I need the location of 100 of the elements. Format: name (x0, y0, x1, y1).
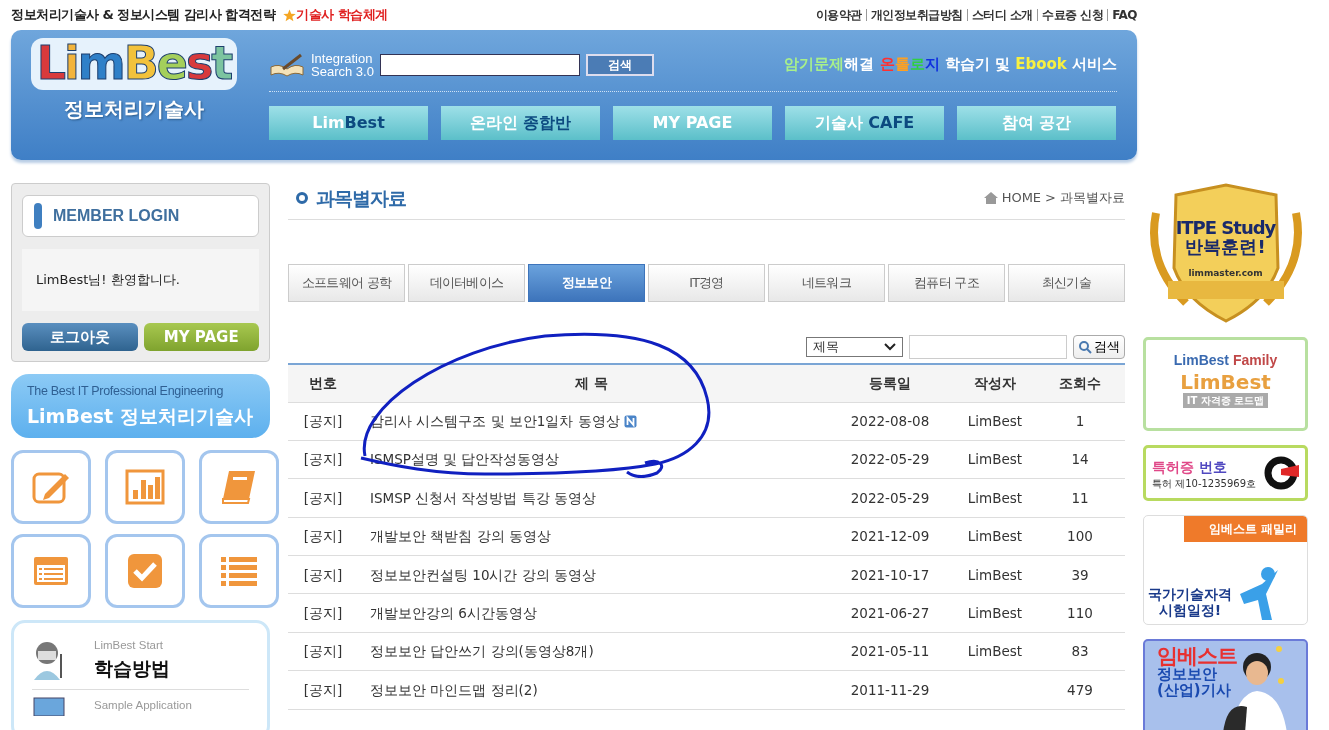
views-cell: 479 (1035, 670, 1125, 710)
star-icon (283, 8, 297, 22)
author-cell: LimBest (967, 605, 1023, 621)
breadcrumb-item[interactable]: 과목별자료 (1060, 188, 1125, 208)
views-cell: 100 (1035, 517, 1125, 556)
post-title-link[interactable]: 정보보안 마인드맵 정리(2) (370, 681, 538, 698)
circle-bullet-icon (296, 192, 308, 204)
breadcrumb-item[interactable]: HOME (1001, 188, 1042, 208)
post-title-link[interactable]: 개발보안강의 6시간동영상 (370, 605, 537, 621)
schedule-banner[interactable]: 임베스트 패밀리 국가기술자격 시험일정! (1143, 515, 1308, 625)
notice-cell: [공지] (288, 440, 358, 479)
quick-link-button[interactable] (11, 534, 91, 608)
date-cell: 2011-11-29 (825, 670, 955, 710)
author-cell: LimBest (967, 451, 1023, 468)
column-header: 제 목 (358, 364, 825, 402)
column-header: 번호 (288, 364, 358, 402)
column-header: 조회수 (1035, 364, 1125, 402)
notice-cell: [공지] (288, 593, 358, 633)
search-button[interactable]: 검색 (585, 53, 654, 76)
notice-cell: [공지] (288, 555, 358, 594)
date-cell: 2021-06-27 (825, 593, 955, 633)
search-icon (1078, 340, 1092, 354)
views-cell: 83 (1035, 632, 1125, 671)
quick-link-button[interactable] (199, 534, 279, 608)
book-pen-icon (269, 52, 305, 77)
category-tab[interactable]: 네트워크 (768, 264, 885, 302)
date-cell: 2021-05-11 (825, 632, 955, 671)
family-caption: IT 자격증 로드맵 (1182, 393, 1269, 408)
date-cell: 2021-10-17 (825, 555, 955, 594)
logo-subtitle: 정보처리기술사 (64, 96, 204, 123)
notice-cell: [공지] (288, 632, 358, 671)
course-banner[interactable]: 임베스트 정보보안 (산업)기사 (1143, 639, 1308, 730)
post-title-link[interactable]: 정보보안컨설팅 10시간 강의 동영상 (370, 566, 597, 583)
search-input[interactable] (379, 53, 580, 76)
bar-chart-icon (125, 468, 165, 506)
notice-cell: [공지] (288, 402, 358, 441)
family-banner[interactable]: LimBest Family LimBest IT 자격증 로드맵 (1143, 337, 1308, 431)
logout-button[interactable]: 로그아웃 (22, 323, 138, 351)
views-cell: 110 (1035, 593, 1125, 633)
nav-button[interactable]: 기술사 CAFE (785, 106, 944, 140)
schedule-subtitle: 시험일정! (1158, 602, 1222, 618)
promo-title: LimBest 정보처리기술사 (27, 403, 254, 429)
util-link[interactable]: 수료증 신청 (1042, 6, 1104, 24)
category-tab[interactable]: 소프트웨어 공학 (288, 264, 405, 302)
schedule-title: 국가기술자격 (1148, 587, 1232, 603)
util-link[interactable]: FAQ (1112, 6, 1137, 24)
author-cell: LimBest (967, 566, 1023, 583)
quick-link-button[interactable] (105, 534, 185, 608)
post-title-link[interactable]: 개발보안 책받침 강의 동영상 (370, 528, 551, 545)
patent-title: 특허증 번호 (1152, 458, 1228, 477)
badge-subtitle: 반복훈련! (1184, 237, 1267, 257)
author-cell: LimBest (967, 413, 1023, 430)
patent-number: 특허 제10-1235969호 (1152, 478, 1257, 489)
views-cell: 11 (1035, 478, 1125, 518)
quick-link-button[interactable] (105, 450, 185, 524)
category-tab[interactable]: 최신기술 (1008, 264, 1125, 302)
quick-link-button[interactable] (11, 450, 91, 524)
patent-banner[interactable]: 특허증 번호 특허 제10-1235969호 (1143, 445, 1308, 501)
badge-site: limmaster.com (1187, 268, 1264, 279)
promo-banner[interactable]: The Best IT Professional Engineering LimBest 정보처리기술사 (11, 374, 270, 438)
ribbon-label: 임베스트 패밀리 (1184, 516, 1307, 542)
badge-title: ITPE Study (1174, 219, 1277, 238)
category-tab[interactable]: 데이터베이스 (408, 264, 525, 302)
search-button[interactable]: 검색 (1073, 335, 1125, 359)
search-type-select[interactable]: 제목 (806, 337, 903, 357)
service-slogan: 암기문제해결 온톨로지 학습기 및 Ebook 서비스 (784, 54, 1117, 76)
column-header: 작성자 (955, 364, 1035, 402)
category-tab[interactable]: IT경영 (648, 264, 765, 302)
quick-link-button[interactable] (199, 450, 279, 524)
nav-button[interactable]: LimBest (269, 106, 428, 140)
date-cell: 2022-05-29 (825, 478, 955, 518)
brush-circle-icon (1263, 455, 1299, 491)
notice-cell: [공지] (288, 517, 358, 556)
author-cell: LimBest (967, 528, 1023, 545)
util-link[interactable]: 스터디 소개 (971, 6, 1033, 24)
nav-button[interactable]: 온라인 종합반 (441, 106, 600, 140)
date-cell: 2021-12-09 (825, 517, 955, 556)
post-title-link[interactable]: ISMSP설명 및 답안작성동영상 (370, 451, 560, 468)
post-title-link[interactable]: ISMSP 신청서 작성방법 특강 동영상 (370, 489, 597, 506)
site-tagline: 정보처리기술사 & 정보시스템 감리사 합격전략 (11, 6, 276, 25)
start-title[interactable]: 학습방법 (94, 654, 170, 683)
util-link[interactable]: 개인정보취급방침 (870, 6, 963, 24)
home-icon (983, 192, 998, 204)
views-cell: 1 (1035, 402, 1125, 441)
category-tab[interactable]: 컴퓨터 구조 (888, 264, 1005, 302)
views-cell: 39 (1035, 555, 1125, 594)
family-logo: LimBest (1180, 371, 1271, 393)
page-title: 과목별자료 (316, 185, 406, 211)
award-badge[interactable]: ITPE Study 반복훈련! limmaster.com (1143, 183, 1308, 323)
search-label: Integration Search 3.0 (311, 51, 374, 78)
promo-tagline: The Best IT Professional Engineering (27, 383, 225, 400)
course-brand: 임베스트 (1157, 645, 1237, 668)
logo-wordmark[interactable]: LimBest (30, 38, 238, 90)
util-link[interactable]: 이용약관 (815, 6, 862, 24)
column-header: 등록일 (825, 364, 955, 402)
date-cell: 2022-05-29 (825, 440, 955, 479)
study-system-link[interactable]: 기술사 학습체계 (296, 5, 388, 25)
post-title-link[interactable]: 정보보안 답안쓰기 강의(동영상8개) (370, 643, 594, 660)
author-cell: LimBest (967, 489, 1023, 506)
search-field[interactable] (909, 335, 1067, 359)
